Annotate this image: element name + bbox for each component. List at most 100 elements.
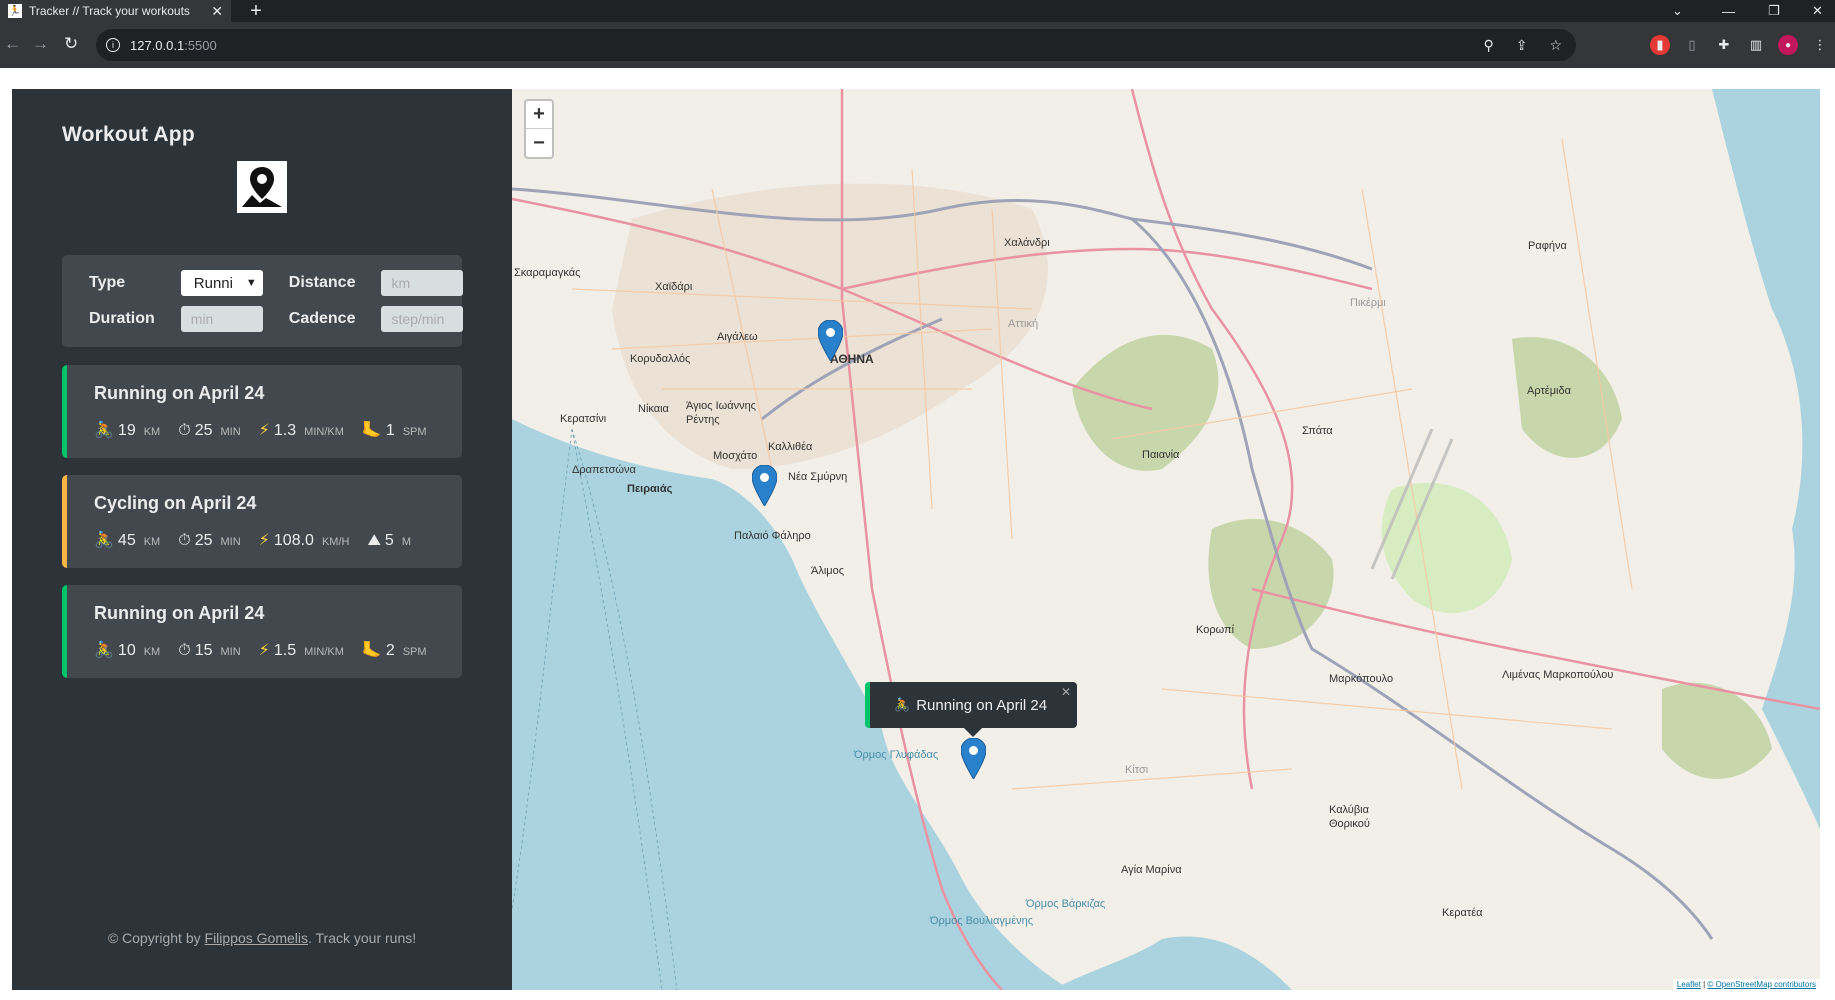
copyright-suffix: . Track your runs! — [308, 930, 417, 946]
lightning-icon: ⚡ — [258, 532, 270, 549]
zoom-out-button[interactable]: − — [526, 129, 552, 157]
close-window-icon[interactable]: ✕ — [1812, 0, 1823, 22]
cyclist-icon: 🚴 — [94, 642, 114, 659]
workout-duration: 25 — [194, 422, 213, 439]
tab-title: Tracker // Track your workouts — [29, 4, 190, 18]
close-tab-icon[interactable]: ✕ — [211, 3, 223, 20]
place-label: Χαλάνδρι — [1004, 237, 1050, 249]
app-title: Workout App — [62, 123, 195, 146]
forward-arrow-icon[interactable]: → — [32, 34, 49, 54]
workout-distance: 10 — [117, 642, 136, 659]
workout-duration: 25 — [194, 532, 213, 549]
place-label: Σπάτα — [1302, 425, 1333, 437]
leaflet-link[interactable]: Leaflet — [1677, 980, 1701, 989]
browser-tab[interactable]: 🏃 Tracker // Track your workouts ✕ — [0, 0, 231, 22]
map-marker[interactable] — [752, 465, 777, 506]
restore-icon[interactable]: ❐ — [1768, 0, 1780, 22]
pace-unit: min/km — [304, 646, 344, 658]
map-marker[interactable] — [818, 320, 843, 361]
popup-tip — [964, 728, 982, 737]
map-attribution: Leaflet | © OpenStreetMap contributors — [1672, 979, 1820, 990]
close-popup-icon[interactable]: ✕ — [1061, 685, 1071, 699]
map[interactable]: Χαλάνδρι Σκαραμαγκάς Χαϊδάρι Αιγάλεω ΑΘΗ… — [512, 89, 1820, 990]
zoom-in-button[interactable]: + — [526, 101, 552, 129]
distance-input[interactable]: km — [381, 270, 464, 296]
place-label: Όρμος Βουλιαγμένης — [930, 915, 1034, 927]
distance-label: Distance — [288, 274, 356, 291]
workout-item-running[interactable]: Running on April 24 🚴 19 km ⏱ 25 min ⚡ 1.3 min… — [62, 365, 462, 458]
cyclist-icon: 🚴 — [94, 422, 114, 439]
cyclist-icon: 🚴 — [94, 532, 114, 549]
place-label: Ραφήνα — [1528, 240, 1567, 252]
place-label: Κερατσίνι — [560, 413, 607, 425]
place-label: Παιανία — [1142, 449, 1180, 461]
place-label: Μοσχάτο — [713, 450, 758, 462]
duration-input[interactable]: min — [180, 306, 263, 332]
place-label: Κίτσι — [1125, 764, 1149, 776]
map-marker[interactable] — [961, 738, 986, 779]
workout-item-cycling[interactable]: Cycling on April 24 🚴 45 km ⏱ 25 min ⚡ 108.0 k… — [62, 475, 462, 568]
address-bar[interactable]: i 127.0.0.1:5500 ⚲ ⇪ ☆ — [96, 29, 1576, 61]
copyright-footer: © Copyright by Filippos Gomelis. Track y… — [12, 930, 512, 946]
profile-avatar[interactable]: ● — [1778, 35, 1798, 55]
menu-dots-icon[interactable]: ⋮ — [1810, 35, 1830, 55]
duration-label: Duration — [89, 310, 155, 327]
workout-distance: 19 — [117, 422, 136, 439]
workout-item-running[interactable]: Running on April 24 🚴 10 km ⏱ 15 min ⚡ 1.5 min… — [62, 585, 462, 678]
type-select[interactable]: Runni ▼ — [180, 270, 263, 296]
workout-pace: 1.5 — [273, 642, 297, 659]
place-label: Νέα Σμύρνη — [788, 471, 848, 483]
type-select-value: Runni — [193, 274, 233, 292]
extensions-puzzle-icon[interactable]: ✚ — [1714, 35, 1734, 55]
foot-icon: 🦶 — [361, 422, 382, 439]
duration-unit: min — [220, 646, 241, 658]
address-port: :5500 — [184, 37, 217, 53]
distance-unit: km — [143, 646, 161, 658]
zoom-control: + − — [524, 99, 554, 159]
workout-title: Running on April 24 — [94, 603, 265, 623]
place-label: Λιμένας Μαρκοπούλου — [1502, 669, 1614, 681]
map-tiles[interactable] — [512, 89, 1820, 990]
place-label: Όρμος Βάρκιζας — [1026, 898, 1106, 910]
duration-unit: min — [220, 536, 241, 548]
duration-unit: min — [220, 426, 241, 438]
new-tab-button[interactable]: + — [242, 0, 270, 22]
cadence-unit: spm — [402, 426, 427, 438]
lightning-icon: ⚡ — [258, 642, 270, 659]
location-icon[interactable]: ⚲ — [1483, 37, 1493, 54]
cyclist-icon: 🚴 — [894, 697, 911, 712]
tab-search-chevron-icon[interactable]: ⌄ — [1672, 0, 1683, 22]
place-label: Μαρκόπουλο — [1329, 673, 1394, 685]
popup-text: Running on April 24 — [916, 696, 1048, 714]
reload-icon[interactable]: ↻ — [64, 34, 78, 54]
place-label: Κορυδαλλός — [630, 353, 691, 365]
workout-speed: 108.0 — [273, 532, 314, 549]
lightning-icon: ⚡ — [258, 422, 270, 439]
bookmark-star-icon[interactable]: ☆ — [1549, 37, 1562, 54]
speed-unit: km/h — [321, 536, 350, 548]
cadence-label: Cadence — [288, 310, 356, 327]
author-link[interactable]: Filippos Gomelis — [205, 930, 308, 946]
place-label: Πειραιάς — [627, 483, 673, 495]
place-label: Δραπετσώνα — [572, 464, 636, 476]
workout-title: Running on April 24 — [94, 383, 265, 403]
place-label: Άλιμος — [811, 565, 845, 577]
workout-duration: 15 — [194, 642, 213, 659]
cadence-unit: spm — [402, 646, 427, 658]
back-arrow-icon[interactable]: ← — [4, 34, 21, 54]
elevation-unit: m — [401, 536, 411, 548]
workout-elevation: 5 — [384, 532, 394, 549]
extension-puzzle-grey-icon[interactable]: ▯ — [1682, 35, 1702, 55]
extension-shield-icon[interactable]: ▮ — [1650, 35, 1670, 55]
place-label: Παλαιό Φάληρο — [734, 530, 811, 542]
distance-unit: km — [143, 426, 161, 438]
share-icon[interactable]: ⇪ — [1516, 37, 1528, 54]
cadence-input[interactable]: step/min — [381, 306, 464, 332]
place-label: Αγία Μαρίνα — [1121, 864, 1182, 876]
pace-unit: min/km — [304, 426, 344, 438]
workout-popup[interactable]: 🚴 Running on April 24 ✕ — [865, 682, 1077, 737]
osm-link[interactable]: © OpenStreetMap contributors — [1707, 980, 1816, 989]
site-info-icon[interactable]: i — [106, 38, 120, 52]
minimize-icon[interactable]: — — [1722, 0, 1735, 22]
side-panel-icon[interactable]: ▥ — [1746, 35, 1766, 55]
